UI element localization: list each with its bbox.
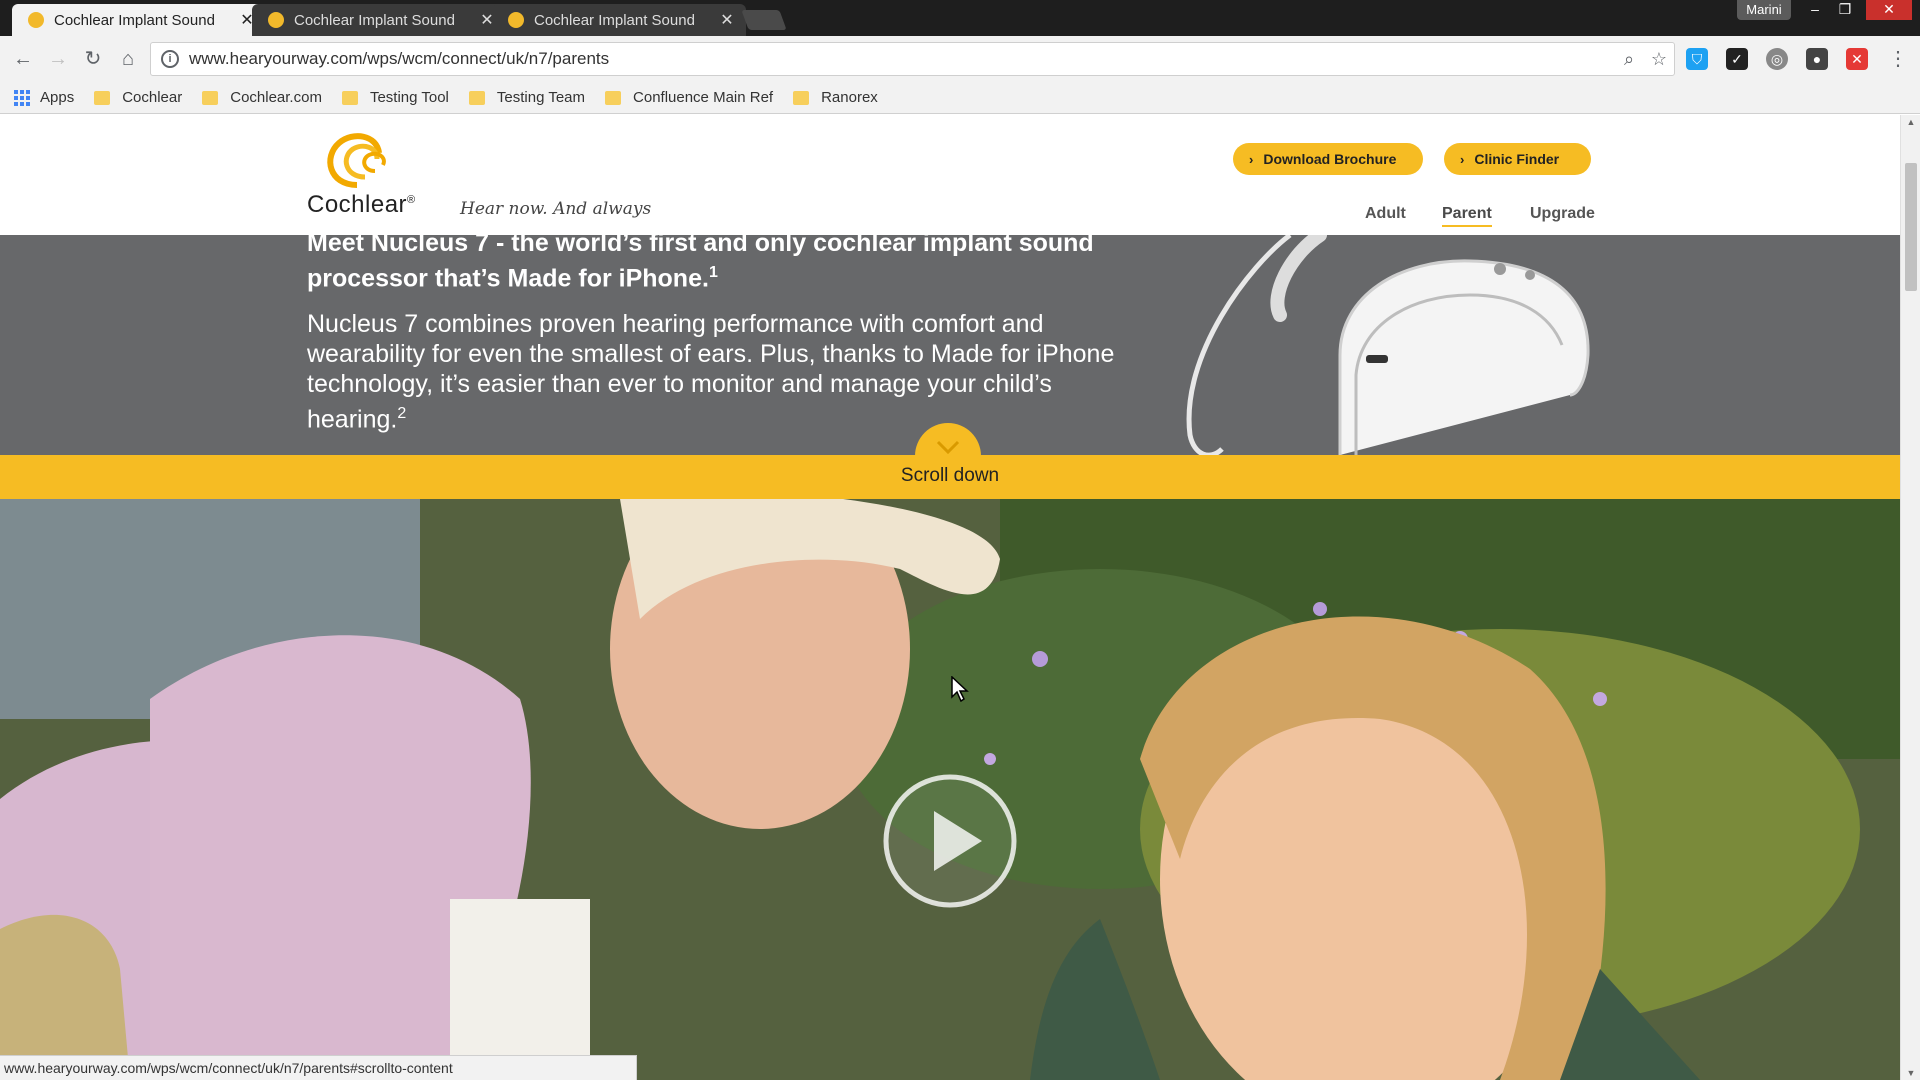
site-info-icon[interactable]: i — [161, 50, 179, 68]
folder-icon — [94, 90, 111, 105]
scrollbar-thumb[interactable] — [1905, 163, 1917, 291]
cochlear-favicon-icon — [508, 12, 524, 28]
page-scrollbar[interactable]: ▲ ▼ — [1900, 115, 1920, 1080]
video-hero-image[interactable] — [0, 499, 1900, 1080]
apps-grid-icon — [14, 89, 30, 106]
bookmark-label: Cochlear — [122, 89, 183, 106]
nav-upgrade[interactable]: Upgrade — [1530, 205, 1595, 223]
folder-icon — [793, 90, 810, 105]
reload-icon[interactable]: ↻ — [79, 46, 107, 72]
site-header: Cochlear® Hear now. And always › Downloa… — [0, 115, 1900, 235]
footnote-ref: 2 — [397, 405, 407, 422]
back-icon[interactable]: ← — [9, 46, 37, 72]
bookmark-folder[interactable]: Testing Team — [468, 89, 586, 106]
bookmark-folder[interactable]: Ranorex — [793, 89, 878, 106]
zoom-icon[interactable]: ⌕ — [1614, 49, 1644, 70]
chevron-right-icon: › — [1460, 151, 1465, 167]
clinic-finder-button[interactable]: › Clinic Finder — [1444, 143, 1591, 175]
hero-body: Nucleus 7 combines proven hearing perfor… — [307, 309, 1127, 434]
cochlear-favicon-icon — [268, 12, 284, 28]
scroll-down-label[interactable]: Scroll down — [0, 465, 1900, 487]
forward-icon[interactable]: → — [44, 46, 72, 72]
download-brochure-button[interactable]: › Download Brochure — [1233, 143, 1423, 175]
menu-icon[interactable]: ⋮ — [1884, 46, 1912, 72]
bookmark-label: Testing Tool — [369, 89, 449, 106]
hero-section: Meet Nucleus 7 - the world’s first and o… — [0, 235, 1900, 455]
chevron-right-icon: › — [1249, 151, 1254, 167]
tools-extension-icon[interactable]: ✕ — [1846, 48, 1868, 70]
browser-toolbar: ← → ↻ ⌂ i www.hearyourway.com/wps/wcm/co… — [0, 36, 1920, 82]
logo-text: Cochlear® — [307, 191, 416, 219]
browser-tab[interactable]: Cochlear Implant Sound ✕ — [12, 4, 266, 36]
bookmark-folder[interactable]: Cochlear.com — [202, 89, 322, 106]
registered-mark: ® — [407, 194, 416, 206]
browser-tab[interactable]: Cochlear Implant Sound ✕ — [252, 4, 506, 36]
bookmark-label: Apps — [40, 89, 75, 106]
tagline: Hear now. And always — [460, 199, 652, 219]
profile-button[interactable]: Marini — [1737, 0, 1791, 20]
clinic-finder-label: Clinic Finder — [1474, 151, 1560, 167]
hero-headline-text: Meet Nucleus 7 - the world’s first and o… — [307, 235, 1094, 293]
mouse-cursor-icon — [951, 676, 969, 702]
new-tab-button[interactable] — [741, 10, 787, 30]
folder-icon — [202, 90, 219, 105]
nav-adult[interactable]: Adult — [1365, 205, 1406, 223]
folder-icon — [341, 90, 358, 105]
tab-title: Cochlear Implant Sound — [54, 11, 215, 29]
tab-title: Cochlear Implant Sound — [294, 11, 455, 29]
logo-wordmark: Cochlear — [307, 191, 408, 218]
bookmark-apps[interactable]: Apps — [14, 89, 74, 106]
status-bar: www.hearyourway.com/wps/wcm/connect/uk/n… — [0, 1055, 637, 1080]
window-close-icon[interactable]: ✕ — [1866, 0, 1912, 20]
folder-icon — [468, 90, 485, 105]
bookmark-folder[interactable]: Confluence Main Ref — [605, 89, 773, 106]
sound-processor-image — [1186, 235, 1590, 455]
folder-icon — [605, 90, 622, 105]
scroll-up-arrow-icon[interactable]: ▲ — [1901, 117, 1920, 127]
chevron-down-icon — [936, 440, 960, 455]
bookmark-folder[interactable]: Testing Tool — [341, 89, 449, 106]
bookmark-label: Confluence Main Ref — [633, 89, 774, 106]
bookmark-star-icon[interactable]: ☆ — [1644, 49, 1674, 70]
scroll-down-arrow-icon[interactable]: ▼ — [1901, 1068, 1920, 1078]
close-icon[interactable]: ✕ — [718, 10, 736, 30]
bookmarks-bar: Apps Cochlear Cochlear.com Testing Tool … — [0, 82, 1920, 114]
browser-titlebar: Cochlear Implant Sound ✕ Cochlear Implan… — [0, 0, 1920, 36]
hero-headline: Meet Nucleus 7 - the world’s first and o… — [307, 235, 1127, 293]
download-brochure-label: Download Brochure — [1263, 151, 1397, 167]
web-page: Cochlear® Hear now. And always › Downloa… — [0, 115, 1900, 1080]
bookmark-label: Testing Team — [496, 89, 586, 106]
cochlear-logo[interactable]: Cochlear® — [307, 127, 417, 227]
camera-extension-icon[interactable]: ● — [1806, 48, 1828, 70]
minimize-icon[interactable]: – — [1800, 0, 1830, 20]
home-icon[interactable]: ⌂ — [114, 46, 142, 72]
shield-extension-icon[interactable]: ⛉ — [1686, 48, 1708, 70]
bookmark-label: Ranorex — [821, 89, 878, 106]
aperture-extension-icon[interactable]: ◎ — [1766, 48, 1788, 70]
restore-icon[interactable]: ❐ — [1830, 0, 1860, 20]
cochlear-favicon-icon — [28, 12, 44, 28]
hero-body-text: Nucleus 7 combines proven hearing perfor… — [307, 310, 1115, 434]
bookmark-folder[interactable]: Cochlear — [94, 89, 182, 106]
url-text[interactable]: www.hearyourway.com/wps/wcm/connect/uk/n… — [189, 49, 1614, 69]
footnote-ref: 1 — [708, 264, 718, 281]
cochlear-logo-mark-icon — [327, 133, 386, 188]
play-video-icon[interactable] — [882, 773, 1018, 909]
address-bar[interactable]: i www.hearyourway.com/wps/wcm/connect/uk… — [150, 42, 1675, 76]
nav-parent[interactable]: Parent — [1442, 205, 1492, 227]
checklist-extension-icon[interactable]: ✓ — [1726, 48, 1748, 70]
tab-title: Cochlear Implant Sound — [534, 11, 695, 29]
browser-tab[interactable]: Cochlear Implant Sound ✕ — [492, 4, 746, 36]
bookmark-label: Cochlear.com — [230, 89, 322, 106]
